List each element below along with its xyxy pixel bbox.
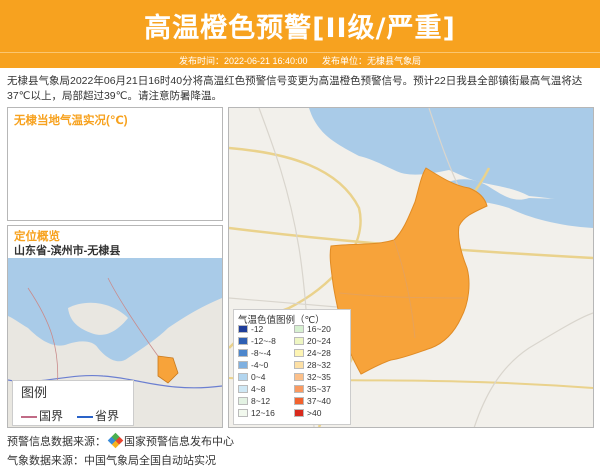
legend-swatch: 37~40 [294, 396, 350, 407]
swatch-color-icon [294, 397, 304, 405]
legend-swatch: >40 [294, 408, 350, 419]
legend-swatch: -12~-8 [238, 336, 294, 347]
swatch-color-icon [238, 373, 248, 381]
temperature-panel-title: 无棣当地气温实况(℃) [14, 115, 128, 127]
legend-swatch: -12 [238, 324, 294, 335]
legend-swatch: 4~8 [238, 384, 294, 395]
warning-source-line: 预警信息数据来源： 国家预警信息发布中心 [7, 432, 234, 452]
main-warning-map[interactable]: 气温色值图例（℃） -12 16~20 -12~-8 20~24 -8~-4 2… [228, 107, 594, 428]
legend-swatch: 32~35 [294, 372, 350, 383]
swatch-color-icon [238, 385, 248, 393]
location-legend-title: 图例 [21, 385, 48, 400]
province-border-line-icon [77, 415, 93, 418]
legend-swatch: 16~20 [294, 324, 350, 335]
location-legend: 图例 国界 省界 [12, 380, 134, 426]
publish-time: 发布时间：2022-06-21 16:40:00 [178, 56, 308, 66]
swatch-color-icon [294, 385, 304, 393]
legend-swatch: 20~24 [294, 336, 350, 347]
weather-source-line: 气象数据来源：中国气象局全国自动站实况 [7, 455, 216, 467]
swatch-color-icon [238, 337, 248, 345]
warning-source-link[interactable]: 国家预警信息发布中心 [124, 436, 234, 448]
warning-header: 高温橙色预警[II级/严重] [0, 0, 600, 52]
swatch-color-icon [294, 349, 304, 357]
warning-center-logo-icon [107, 432, 124, 449]
legend-province-border: 省界 [77, 407, 119, 424]
legend-swatch: 8~12 [238, 396, 294, 407]
swatch-color-icon [238, 361, 248, 369]
swatch-color-icon [238, 409, 248, 417]
data-source-footer: 预警信息数据来源： 国家预警信息发布中心 气象数据来源：中国气象局全国自动站实况 [7, 432, 234, 471]
legend-swatch: -4~0 [238, 360, 294, 371]
warning-title: 高温橙色预警[II级/严重] [144, 13, 456, 44]
location-overview-panel: 定位概览 山东省-滨州市-无棣县 图例 国界 省界 [7, 225, 223, 428]
legend-swatch: 24~28 [294, 348, 350, 359]
location-path: 山东省-滨州市-无棣县 [14, 245, 121, 257]
legend-swatch: 12~16 [238, 408, 294, 419]
swatch-color-icon [294, 409, 304, 417]
national-border-line-icon [21, 415, 37, 418]
publish-info-bar: 发布时间：2022-06-21 16:40:00 发布单位：无棣县气象局 [0, 52, 600, 68]
legend-swatch: 0~4 [238, 372, 294, 383]
swatch-color-icon [294, 325, 304, 333]
publisher: 发布单位：无棣县气象局 [322, 56, 422, 66]
legend-swatch: 35~37 [294, 384, 350, 395]
temperature-color-legend: 气温色值图例（℃） -12 16~20 -12~-8 20~24 -8~-4 2… [233, 309, 351, 425]
warning-description: 无棣县气象局2022年06月21日16时40分将高温红色预警信号变更为高温橙色预… [7, 75, 583, 102]
temperature-panel: 无棣当地气温实况(℃) [7, 107, 223, 221]
legend-swatch: -8~-4 [238, 348, 294, 359]
legend-national-border: 国界 [21, 407, 63, 424]
swatch-color-icon [238, 349, 248, 357]
swatch-color-icon [294, 337, 304, 345]
legend-swatch: 28~32 [294, 360, 350, 371]
swatch-color-icon [238, 397, 248, 405]
swatch-color-icon [238, 325, 248, 333]
swatch-color-icon [294, 373, 304, 381]
swatch-color-icon [294, 361, 304, 369]
